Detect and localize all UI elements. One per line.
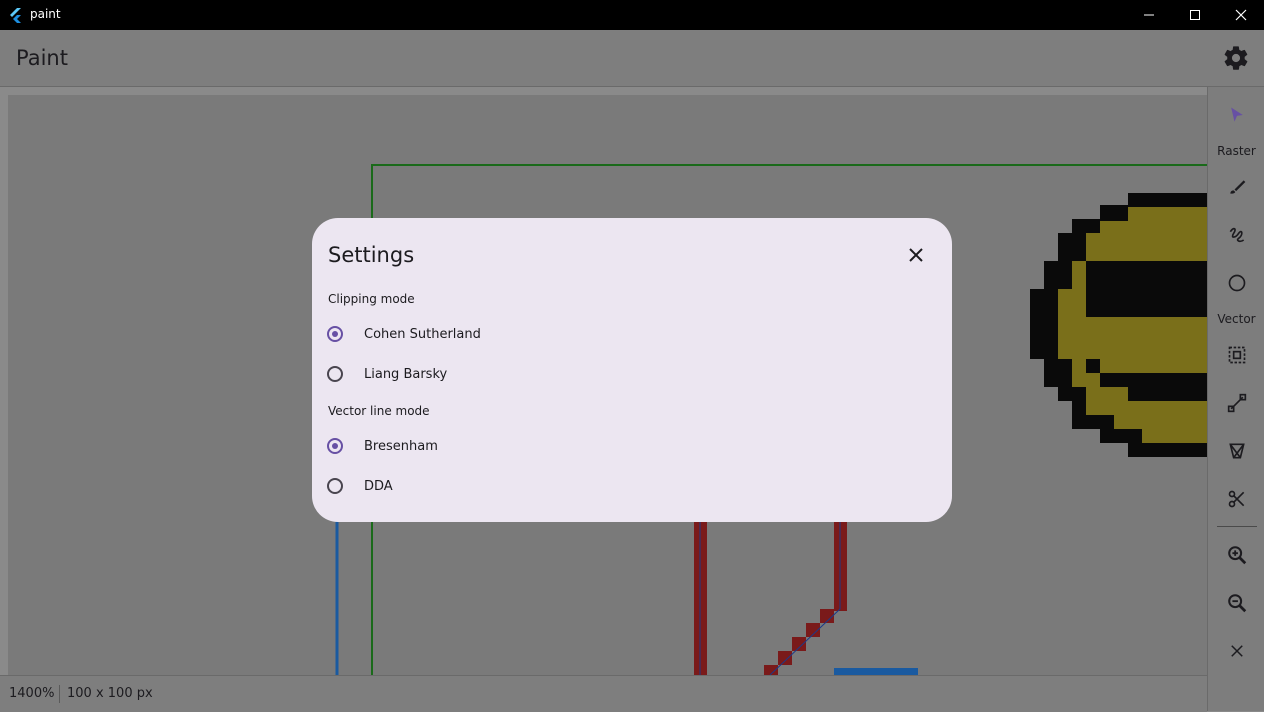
dialog-title: Settings xyxy=(328,243,415,267)
radio-label: DDA xyxy=(364,479,393,494)
clipping-mode-label: Clipping mode xyxy=(328,292,415,306)
radio-button-checked[interactable] xyxy=(327,326,343,342)
radio-button-checked[interactable] xyxy=(327,438,343,454)
settings-dialog: Settings Clipping mode Cohen Sutherland … xyxy=(312,218,952,522)
radio-button[interactable] xyxy=(327,366,343,382)
close-icon xyxy=(909,248,923,262)
radio-button[interactable] xyxy=(327,478,343,494)
close-dialog-button[interactable] xyxy=(900,242,932,268)
radio-label: Liang Barsky xyxy=(364,367,448,382)
radio-cohen-sutherland[interactable]: Cohen Sutherland xyxy=(326,322,626,350)
radio-label: Bresenham xyxy=(364,439,438,454)
radio-dda[interactable]: DDA xyxy=(326,474,626,502)
radio-bresenham[interactable]: Bresenham xyxy=(326,434,626,462)
vector-line-mode-label: Vector line mode xyxy=(328,404,430,418)
radio-liang-barsky[interactable]: Liang Barsky xyxy=(326,362,626,390)
radio-label: Cohen Sutherland xyxy=(364,327,481,342)
